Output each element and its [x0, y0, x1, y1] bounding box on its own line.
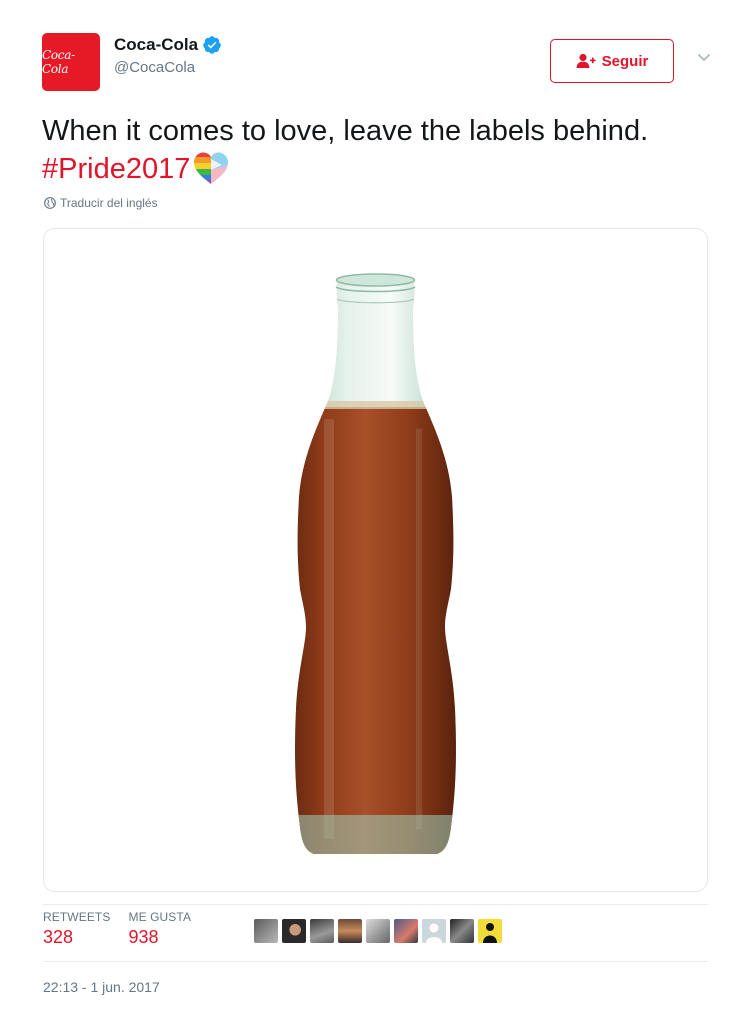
add-user-icon	[576, 53, 596, 68]
silhouette-icon	[483, 923, 497, 943]
follow-button[interactable]: Seguir	[550, 39, 674, 83]
liker-avatar[interactable]	[310, 919, 334, 943]
tweet-timestamp[interactable]: 22:13 - 1 jun. 2017	[43, 979, 160, 995]
tweet-header: Coca-Cola Coca-Cola @CocaCola Seguir	[42, 33, 712, 91]
likes-label: ME GUSTA	[128, 910, 192, 924]
default-user-icon	[426, 923, 442, 943]
author-info[interactable]: Coca-Cola @CocaCola	[114, 35, 222, 76]
author-display-name[interactable]: Coca-Cola	[114, 35, 198, 55]
tweet-body: When it comes to love, leave the labels …	[42, 115, 649, 147]
avatar[interactable]: Coca-Cola	[42, 33, 100, 91]
author-handle[interactable]: @CocaCola	[114, 59, 222, 76]
translate-label: Traducir del inglés	[60, 196, 158, 210]
liker-avatar[interactable]	[450, 919, 474, 943]
chevron-down-icon[interactable]	[696, 51, 712, 63]
divider-top	[43, 904, 708, 905]
rainbow-heart-emoji-icon	[194, 152, 229, 184]
tweet-text: When it comes to love, leave the labels …	[42, 112, 662, 188]
retweets-stat[interactable]: RETWEETS 328	[43, 910, 110, 948]
divider-bottom	[43, 961, 708, 962]
likes-stat[interactable]: ME GUSTA 938	[128, 910, 191, 948]
likes-count: 938	[128, 927, 159, 947]
liker-avatar[interactable]	[254, 919, 278, 943]
liker-avatar-default[interactable]	[422, 919, 446, 943]
liker-avatar[interactable]	[366, 919, 390, 943]
liker-avatar[interactable]	[338, 919, 362, 943]
tweet-stats: RETWEETS 328 ME GUSTA 938	[43, 910, 209, 948]
retweets-count: 328	[43, 927, 74, 947]
tweet-media[interactable]	[43, 228, 708, 892]
liker-avatar[interactable]	[394, 919, 418, 943]
globe-icon	[44, 197, 56, 209]
liker-avatar[interactable]	[478, 919, 502, 943]
translate-link[interactable]: Traducir del inglés	[44, 196, 158, 210]
liker-avatars	[254, 919, 502, 943]
liker-avatar[interactable]	[282, 919, 306, 943]
follow-button-label: Seguir	[601, 52, 649, 70]
verified-badge-icon	[203, 36, 221, 54]
author-name-row: Coca-Cola	[114, 35, 222, 55]
hashtag-link[interactable]: #Pride2017	[42, 153, 190, 185]
retweets-label: RETWEETS	[43, 910, 111, 924]
cola-bottle-image	[295, 273, 456, 854]
avatar-logo-text: Coca-Cola	[42, 48, 75, 76]
